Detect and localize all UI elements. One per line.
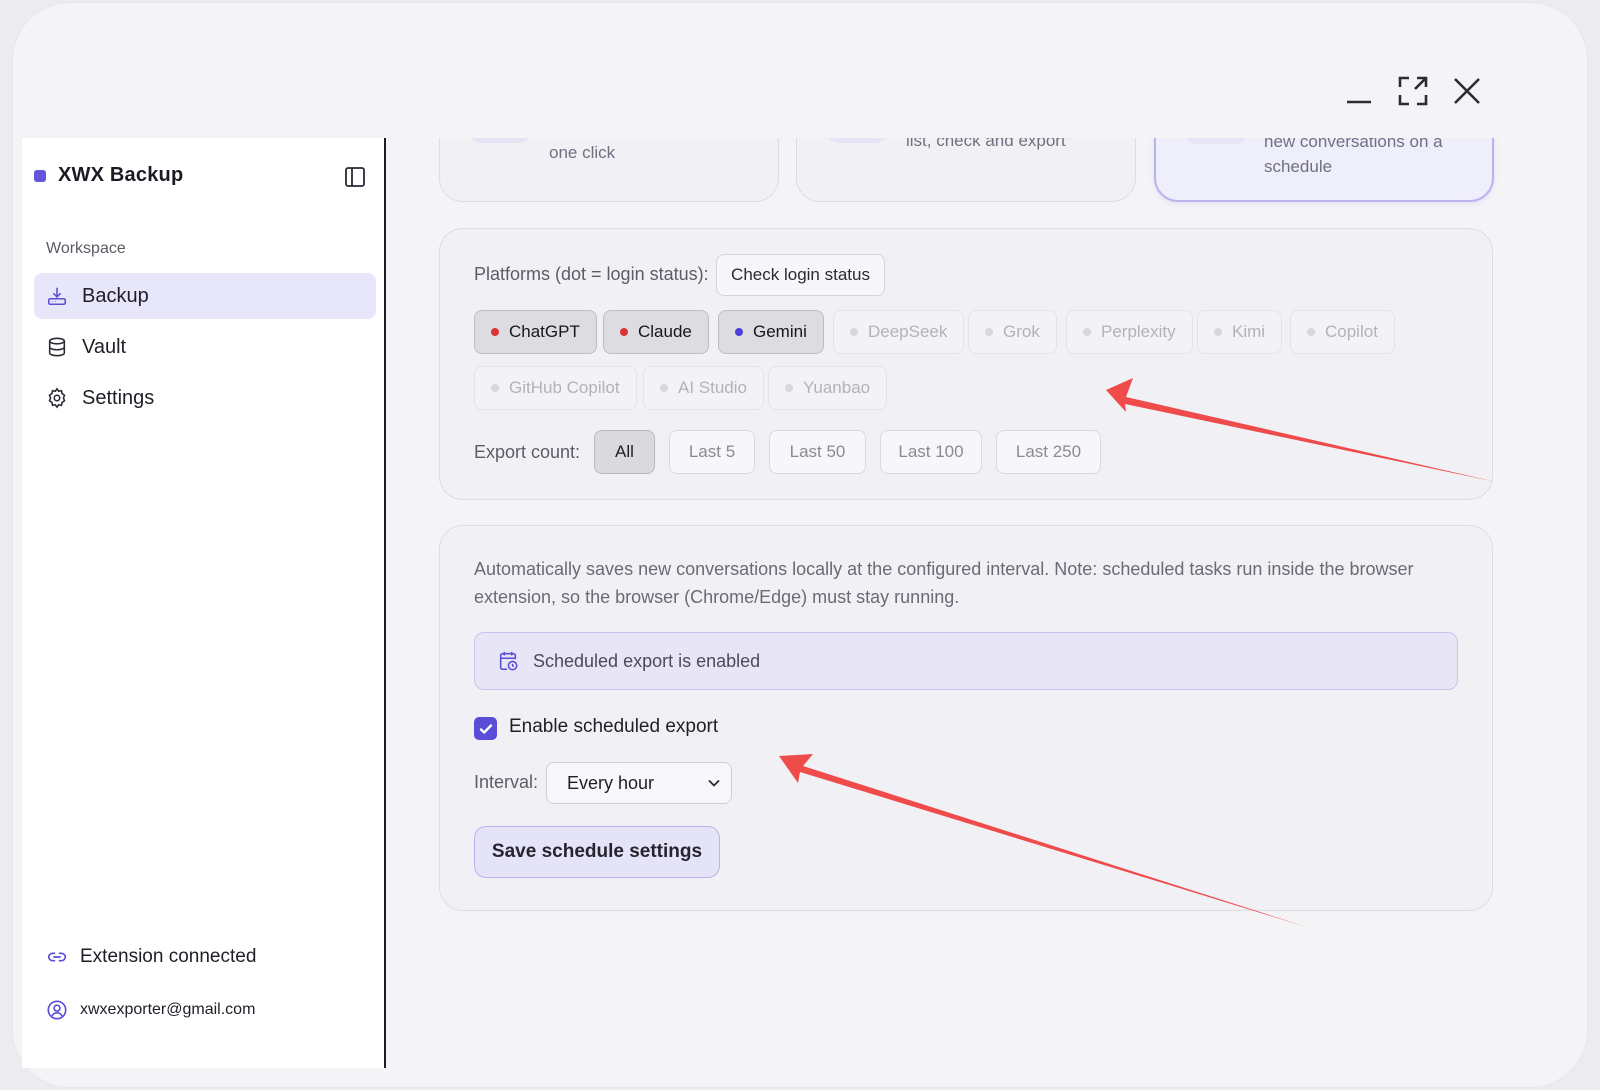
platform-chip-label: Yuanbao (803, 378, 871, 397)
platform-chip-deepseek[interactable]: DeepSeek (833, 310, 965, 354)
platform-chip-label: Grok (1003, 322, 1040, 341)
platform-chip-gemini[interactable]: Gemini (718, 310, 824, 354)
sidebar-item-vault[interactable]: Vault (34, 324, 376, 370)
database-icon (48, 337, 66, 357)
sidebar-item-label: Backup (82, 284, 149, 307)
platform-chip-label: Perplexity (1101, 322, 1176, 341)
user-circle-icon (47, 1000, 67, 1020)
account-email: xwxexporter@gmail.com (80, 1001, 256, 1018)
sidebar-item-backup[interactable]: Backup (34, 273, 376, 319)
login-status-dot (850, 328, 858, 336)
enable-scheduled-export-checkbox[interactable] (474, 717, 497, 740)
mode-card-text: new conversations on a schedule (1264, 138, 1443, 176)
check-login-status-button[interactable]: Check login status (716, 254, 885, 296)
login-status-dot (735, 328, 743, 336)
platform-chip-yuanbao[interactable]: Yuanbao (768, 366, 888, 410)
save-schedule-settings-button[interactable]: Save schedule settings (474, 826, 720, 878)
login-status-dot (660, 384, 668, 392)
schedule-status-banner: Scheduled export is enabled (474, 632, 1458, 690)
sidebar: XWX Backup Workspace Backup Vault Settin… (22, 138, 386, 1068)
login-status-dot (985, 328, 993, 336)
platform-chip-label: Gemini (753, 322, 807, 341)
mode-card-icon (1186, 138, 1246, 144)
platform-chip-label: DeepSeek (868, 322, 948, 341)
mode-card-icon (470, 138, 530, 143)
export-count-last-5[interactable]: Last 5 (669, 430, 755, 474)
extension-status-label: Extension connected (80, 946, 257, 967)
schedule-status-text: Scheduled export is enabled (533, 650, 761, 671)
mode-card-scheduled[interactable]: new conversations on a schedule (1154, 138, 1494, 202)
checkmark-icon (479, 723, 492, 734)
platform-chip-label: AI Studio (678, 378, 747, 397)
expand-icon[interactable] (1396, 74, 1430, 108)
platform-chip-github-copilot[interactable]: GitHub Copilot (474, 366, 637, 410)
sidebar-item-label: Settings (82, 386, 155, 409)
login-status-dot (785, 384, 793, 392)
sidebar-item-settings[interactable]: Settings (34, 375, 376, 421)
sidebar-item-label: Vault (82, 335, 127, 358)
mode-card-icon (827, 138, 887, 143)
extension-status: Extension connected (46, 946, 256, 968)
brand-logo (34, 169, 46, 182)
login-status-dot (620, 328, 628, 336)
calendar-clock-icon (499, 651, 518, 671)
brand: XWX Backup (34, 164, 183, 187)
login-status-dot (1307, 328, 1315, 336)
chevron-down-icon (708, 779, 720, 787)
export-count-last-50[interactable]: Last 50 (769, 430, 866, 474)
platform-chip-grok[interactable]: Grok (968, 310, 1057, 354)
platform-chip-copilot[interactable]: Copilot (1290, 310, 1395, 354)
download-icon (47, 287, 67, 306)
interval-select[interactable]: Every hour (546, 762, 732, 804)
gear-icon (48, 387, 66, 409)
mode-card-list[interactable]: list, check and export (796, 138, 1136, 202)
platform-chip-label: ChatGPT (509, 322, 580, 341)
login-status-dot (1214, 328, 1222, 336)
platform-chip-label: Kimi (1232, 322, 1266, 341)
login-status-dot (491, 328, 499, 336)
platform-chip-perplexity[interactable]: Perplexity (1066, 310, 1193, 354)
platform-chip-label: Copilot (1325, 322, 1378, 341)
platform-chip-chatgpt[interactable]: ChatGPT (474, 310, 597, 354)
export-count-all[interactable]: All (594, 430, 655, 474)
login-status-dot (1083, 328, 1091, 336)
account-info[interactable]: xwxexporter@gmail.com (46, 999, 255, 1021)
interval-label: Interval: (474, 772, 539, 792)
enable-scheduled-export-label[interactable]: Enable scheduled export (509, 716, 718, 738)
export-count-last-250[interactable]: Last 250 (996, 430, 1101, 474)
export-count-last-100[interactable]: Last 100 (880, 430, 982, 474)
platforms-label: Platforms (dot = login status): (474, 264, 709, 284)
mode-cards-viewport: one click list, check and export new con… (400, 138, 1530, 208)
brand-title: XWX Backup (58, 164, 184, 186)
sidebar-collapse-icon[interactable] (344, 166, 366, 188)
platform-chip-label: Claude (638, 322, 692, 341)
platform-chip-kimi[interactable]: Kimi (1197, 310, 1283, 354)
platform-chip-claude[interactable]: Claude (603, 310, 709, 354)
login-status-dot (491, 384, 499, 392)
workspace-section-label: Workspace (46, 240, 126, 257)
mode-card-text: list, check and export (906, 138, 1066, 150)
export-count-label: Export count: (474, 442, 581, 462)
mode-card-one-click[interactable]: one click (439, 138, 779, 202)
minimize-icon[interactable] (1342, 74, 1376, 108)
platform-chip-label: GitHub Copilot (509, 378, 620, 397)
schedule-description: Automatically saves new conversations lo… (474, 559, 1414, 607)
mode-card-text: one click (549, 143, 616, 162)
platform-chip-ai-studio[interactable]: AI Studio (643, 366, 764, 410)
link-icon (47, 952, 67, 962)
interval-select-value: Every hour (567, 772, 655, 793)
close-icon[interactable] (1450, 74, 1484, 108)
